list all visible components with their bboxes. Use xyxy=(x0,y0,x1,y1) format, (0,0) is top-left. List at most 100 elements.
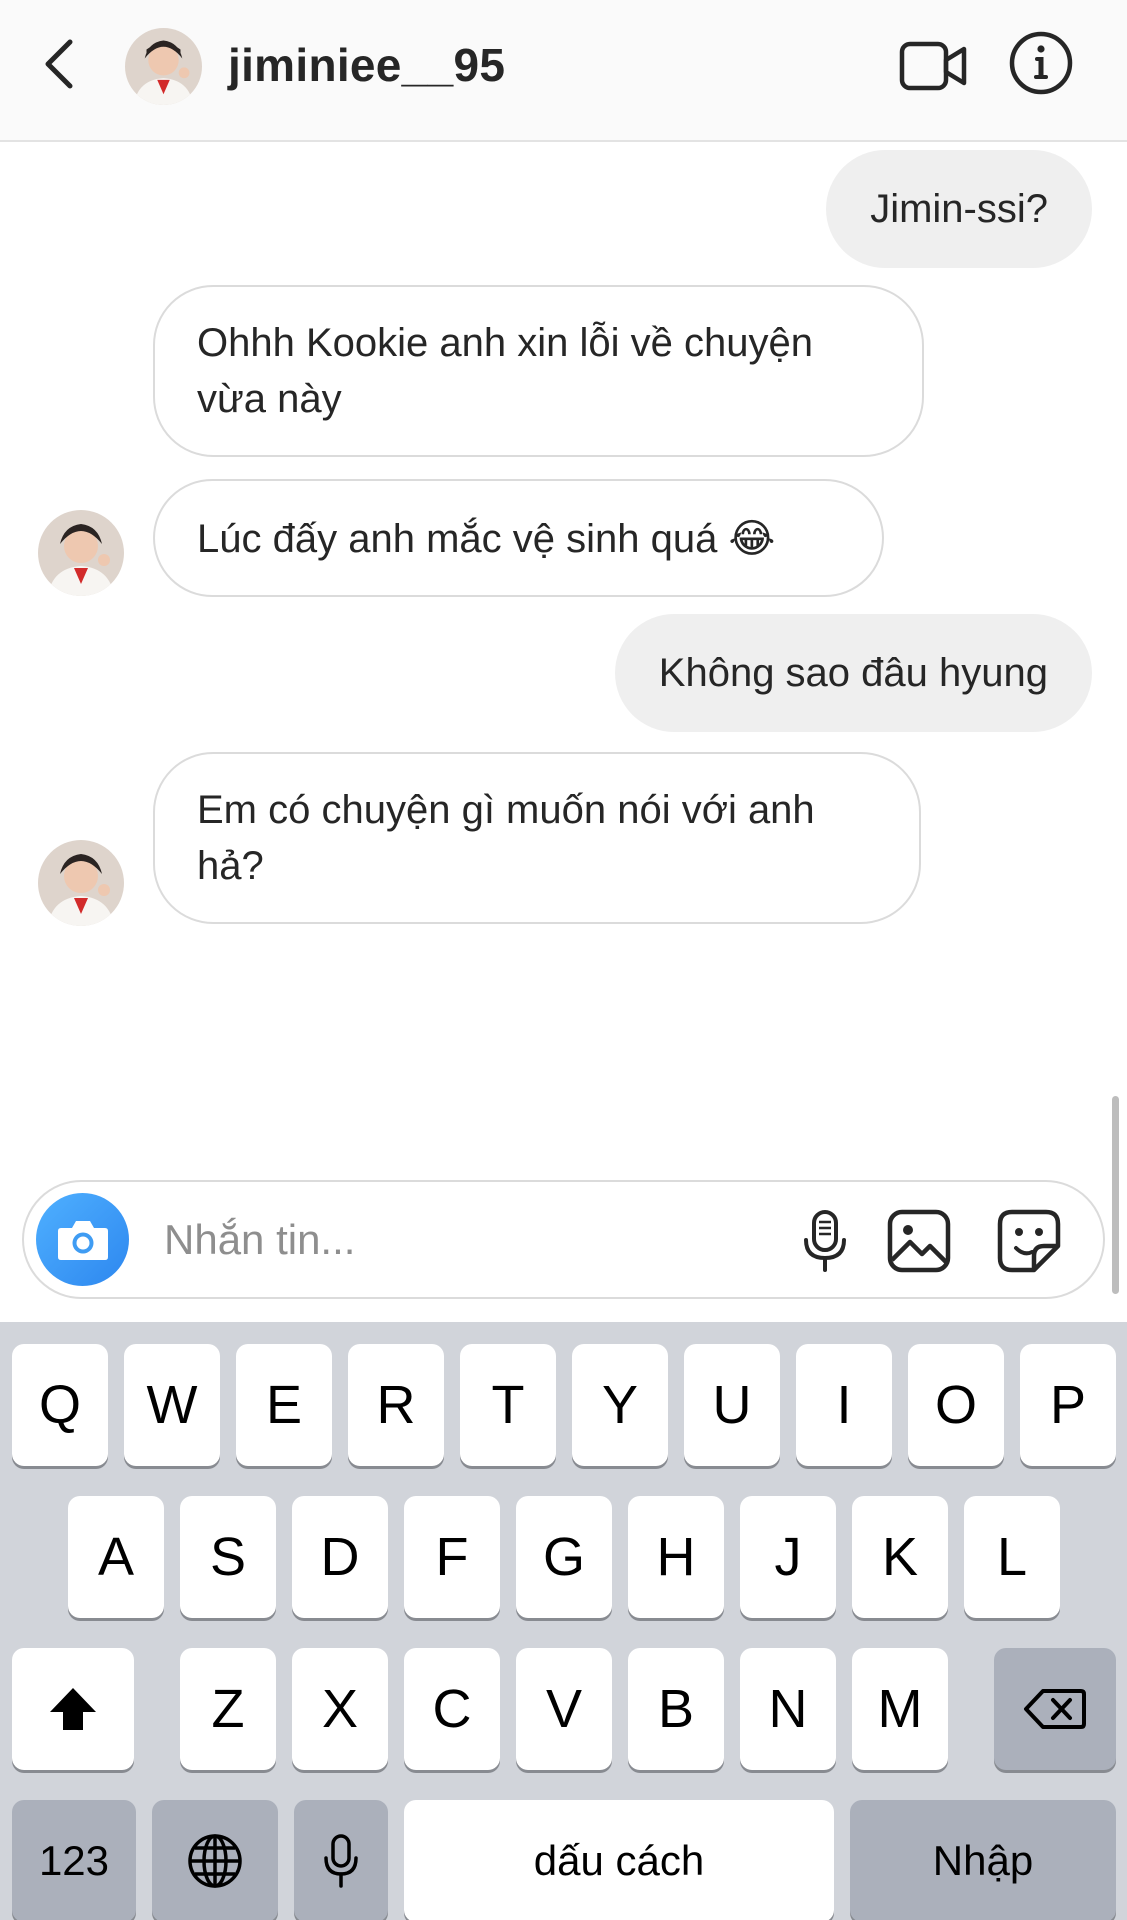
key-p[interactable]: P xyxy=(1020,1344,1116,1466)
key-x[interactable]: X xyxy=(292,1648,388,1770)
key-i[interactable]: I xyxy=(796,1344,892,1466)
message-text: Lúc đấy anh mắc vệ sinh quá 😂 xyxy=(197,517,776,561)
message-bubble-incoming[interactable]: Ohhh Kookie anh xin lỗi về chuyện vừa nà… xyxy=(153,285,924,457)
key-label: T xyxy=(491,1375,525,1435)
sticker-button[interactable] xyxy=(996,1208,1062,1274)
key-y[interactable]: Y xyxy=(572,1344,668,1466)
key-h[interactable]: H xyxy=(628,1496,724,1618)
message-input[interactable] xyxy=(164,1212,784,1268)
key-q[interactable]: Q xyxy=(12,1344,108,1466)
scrollbar[interactable] xyxy=(1112,1096,1119,1294)
key-o[interactable]: O xyxy=(908,1344,1004,1466)
video-call-button[interactable] xyxy=(898,38,970,94)
microphone-icon xyxy=(324,1834,358,1888)
key-u[interactable]: U xyxy=(684,1344,780,1466)
key-label: W xyxy=(146,1375,198,1435)
key-label: J xyxy=(774,1527,802,1587)
chat-username[interactable]: jiminiee__95 xyxy=(228,38,505,92)
avatar[interactable] xyxy=(125,28,202,105)
delete-key[interactable] xyxy=(994,1648,1116,1770)
key-label: 123 xyxy=(38,1837,110,1884)
avatar[interactable] xyxy=(38,840,124,926)
info-button[interactable] xyxy=(1008,30,1074,96)
key-t[interactable]: T xyxy=(460,1344,556,1466)
key-v[interactable]: V xyxy=(516,1648,612,1770)
key-label: I xyxy=(836,1375,852,1435)
video-camera-icon xyxy=(899,41,967,91)
key-s[interactable]: S xyxy=(180,1496,276,1618)
key-label: Z xyxy=(211,1679,245,1739)
numbers-key[interactable]: 123 xyxy=(12,1800,136,1920)
key-label: U xyxy=(712,1375,752,1435)
key-label: dấu cách xyxy=(533,1837,705,1884)
key-label: S xyxy=(209,1527,247,1587)
key-label: N xyxy=(768,1679,808,1739)
key-z[interactable]: Z xyxy=(180,1648,276,1770)
key-f[interactable]: F xyxy=(404,1496,500,1618)
voice-message-button[interactable] xyxy=(792,1208,858,1274)
gallery-button[interactable] xyxy=(886,1208,952,1274)
keyboard: Q W E R T Y U I O P A S D F G H J K L Z … xyxy=(0,1322,1127,1920)
message-text: Không sao đâu hyung xyxy=(658,651,1048,695)
message-text: Em có chuyện gì muốn nói với anh hả? xyxy=(197,788,815,888)
key-e[interactable]: E xyxy=(236,1344,332,1466)
key-label: F xyxy=(435,1527,469,1587)
key-label: P xyxy=(1049,1375,1087,1435)
sticker-icon xyxy=(997,1209,1061,1273)
key-label: K xyxy=(881,1527,919,1587)
message-bubble-incoming[interactable]: Lúc đấy anh mắc vệ sinh quá 😂 xyxy=(153,479,884,597)
key-a[interactable]: A xyxy=(68,1496,164,1618)
camera-icon xyxy=(57,1220,108,1260)
globe-key[interactable] xyxy=(152,1800,278,1920)
key-d[interactable]: D xyxy=(292,1496,388,1618)
camera-button[interactable] xyxy=(36,1193,129,1286)
avatar[interactable] xyxy=(38,510,124,596)
image-icon xyxy=(887,1209,951,1273)
key-label: C xyxy=(432,1679,472,1739)
key-r[interactable]: R xyxy=(348,1344,444,1466)
key-label: B xyxy=(657,1679,695,1739)
key-label: Nhập xyxy=(932,1837,1034,1884)
key-label: H xyxy=(656,1527,696,1587)
return-key[interactable]: Nhập xyxy=(850,1800,1116,1920)
key-label: O xyxy=(934,1375,977,1435)
key-label: E xyxy=(265,1375,303,1435)
key-label: X xyxy=(321,1679,359,1739)
space-key[interactable]: dấu cách xyxy=(404,1800,834,1920)
message-bubble-outgoing[interactable]: Không sao đâu hyung xyxy=(614,614,1092,732)
message-bubble-incoming[interactable]: Em có chuyện gì muốn nói với anh hả? xyxy=(153,752,921,924)
key-m[interactable]: M xyxy=(852,1648,948,1770)
message-thread: Jimin-ssi? Ohhh Kookie anh xin lỗi về ch… xyxy=(0,144,1127,1294)
microphone-icon xyxy=(804,1210,846,1272)
message-text: Ohhh Kookie anh xin lỗi về chuyện vừa nà… xyxy=(197,321,813,421)
key-j[interactable]: J xyxy=(740,1496,836,1618)
message-bubble-outgoing[interactable]: Jimin-ssi? xyxy=(826,150,1092,268)
key-n[interactable]: N xyxy=(740,1648,836,1770)
back-button[interactable] xyxy=(40,36,80,92)
chevron-left-icon xyxy=(45,39,73,89)
key-w[interactable]: W xyxy=(124,1344,220,1466)
key-g[interactable]: G xyxy=(516,1496,612,1618)
message-composer xyxy=(22,1180,1105,1299)
key-label: M xyxy=(877,1679,923,1739)
key-c[interactable]: C xyxy=(404,1648,500,1770)
key-b[interactable]: B xyxy=(628,1648,724,1770)
message-text: Jimin-ssi? xyxy=(870,187,1048,231)
key-label: G xyxy=(542,1527,585,1587)
key-label: R xyxy=(376,1375,416,1435)
shift-key[interactable] xyxy=(12,1648,134,1770)
shift-icon xyxy=(50,1688,96,1730)
key-label: L xyxy=(996,1527,1028,1587)
avatar-photo xyxy=(38,840,124,926)
globe-icon xyxy=(188,1834,242,1888)
key-l[interactable]: L xyxy=(964,1496,1060,1618)
key-k[interactable]: K xyxy=(852,1496,948,1618)
key-label: Q xyxy=(38,1375,81,1435)
avatar-photo xyxy=(38,510,124,596)
key-label: A xyxy=(97,1527,135,1587)
key-label: D xyxy=(320,1527,360,1587)
key-label: V xyxy=(545,1679,583,1739)
info-icon xyxy=(1009,31,1073,95)
dictation-key[interactable] xyxy=(294,1800,388,1920)
avatar-photo xyxy=(125,28,202,105)
